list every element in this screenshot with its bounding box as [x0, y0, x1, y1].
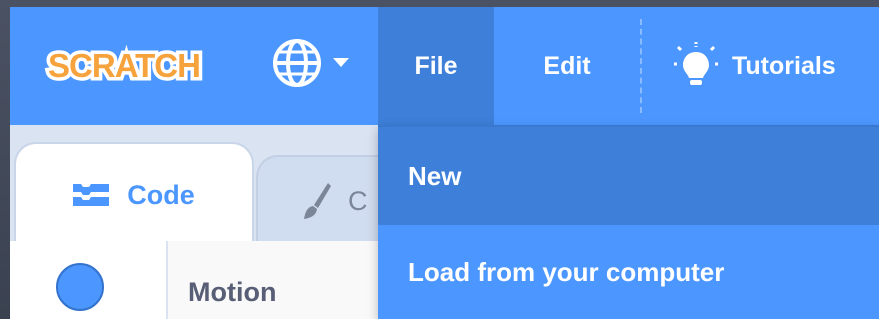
scratch-editor: SCRATCH File Edit Tutorials Code C Motio… [10, 7, 879, 319]
lightbulb-icon [674, 42, 718, 85]
scratch-logo-text: SCRATCH [48, 47, 200, 84]
tab-costumes-label: C [348, 185, 368, 216]
tutorials-label: Tutorials [732, 51, 836, 80]
language-menu[interactable] [272, 37, 372, 89]
tutorials-menu[interactable]: Tutorials [674, 7, 879, 125]
category-menu [10, 241, 168, 319]
menu-item-load-label: Load from your computer [408, 256, 725, 287]
tab-code-label: Code [127, 179, 195, 210]
file-menu[interactable]: File [378, 7, 494, 125]
code-blocks-icon [73, 184, 110, 206]
menu-item-new-label: New [408, 160, 462, 191]
edit-menu[interactable]: Edit [494, 7, 640, 125]
file-dropdown-menu: New Load from your computer [378, 125, 879, 319]
scratch-logo[interactable]: SCRATCH [34, 33, 214, 93]
paintbrush-icon [304, 183, 331, 219]
menu-item-load-from-computer[interactable]: Load from your computer [378, 225, 879, 319]
globe-icon [273, 39, 321, 87]
tab-code[interactable]: Code [14, 142, 254, 252]
edit-menu-label: Edit [543, 51, 591, 80]
file-menu-label: File [414, 51, 458, 80]
menu-item-new[interactable]: New [378, 125, 879, 225]
menu-bar: SCRATCH File Edit Tutorials [10, 7, 879, 125]
motion-category-heading: Motion [188, 277, 277, 307]
caret-down-icon [333, 58, 349, 67]
category-motion-dot[interactable] [56, 263, 104, 311]
menu-divider [640, 19, 642, 113]
